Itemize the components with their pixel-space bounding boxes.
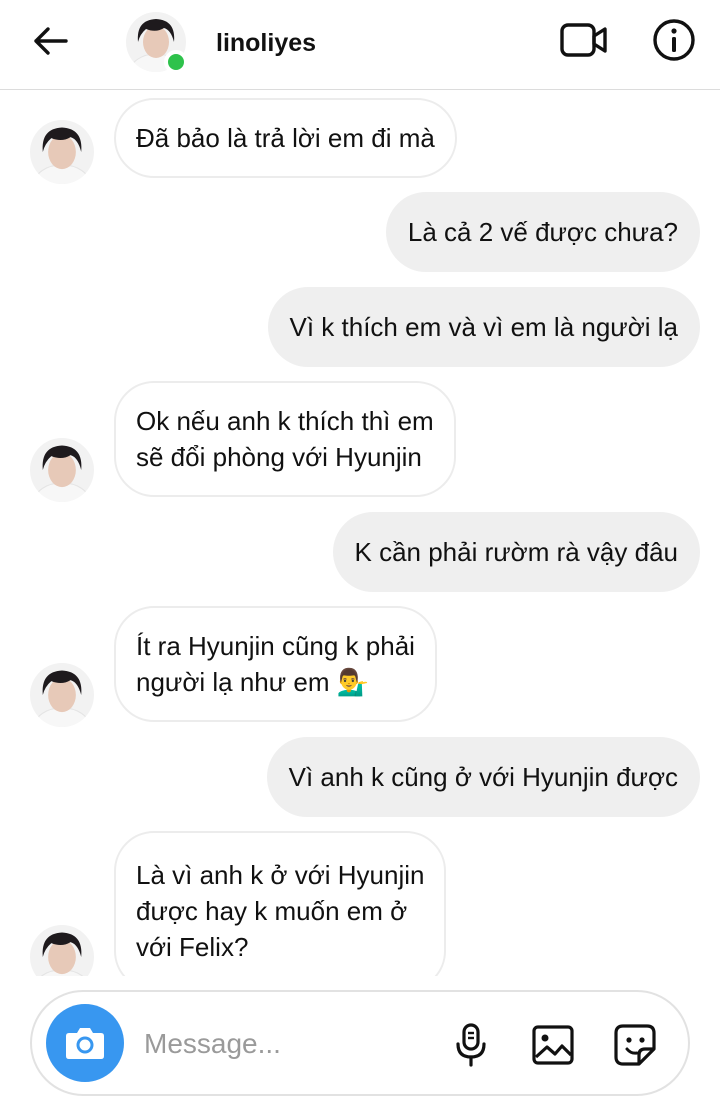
avatar-image	[30, 925, 94, 976]
message-text-line: sẽ đổi phòng với Hyunjin	[136, 442, 422, 472]
avatar-image	[30, 438, 94, 502]
chat-header: linoliyes	[0, 0, 720, 90]
message-bubble-sent[interactable]: Vì anh k cũng ở với Hyunjin được	[266, 737, 700, 817]
camera-icon	[66, 1028, 104, 1059]
message-text-line: Ok nếu anh k thích thì em	[136, 406, 434, 436]
message-text-line: được hay k muốn em ở	[136, 896, 408, 926]
online-status-dot	[164, 50, 188, 74]
avatar-image	[30, 663, 94, 727]
video-call-button[interactable]	[556, 18, 612, 62]
message-bubble-sent[interactable]: Là cả 2 vế được chưa?	[385, 192, 700, 272]
arrow-left-icon	[34, 27, 68, 55]
message-text: Vì k thích em và vì em là người lạ	[289, 312, 679, 342]
message-text-line: Ít ra Hyunjin cũng k phải	[136, 631, 415, 661]
message-bubble-received[interactable]: Là vì anh k ở với Hyunjin được hay k muố…	[114, 831, 447, 976]
sticker-icon	[614, 1024, 656, 1066]
message-bubble-received[interactable]: Ít ra Hyunjin cũng k phải người lạ như e…	[114, 606, 437, 722]
contact-avatar[interactable]	[126, 12, 188, 74]
message-text-line: với Felix?	[136, 932, 249, 962]
message-text: K cần phải rườm rà vậy đâu	[354, 537, 679, 567]
conversation-info-button[interactable]	[650, 16, 698, 64]
contact-username[interactable]: linoliyes	[216, 28, 316, 58]
sender-avatar[interactable]	[30, 120, 94, 184]
back-button[interactable]	[24, 18, 76, 64]
sender-avatar[interactable]	[30, 663, 94, 727]
gallery-button[interactable]	[528, 1020, 578, 1070]
sender-avatar[interactable]	[30, 925, 94, 976]
message-text: Vì anh k cũng ở với Hyunjin được	[288, 762, 678, 792]
message-input[interactable]	[144, 1022, 424, 1066]
message-text-line: Là vì anh k ở với Hyunjin	[136, 860, 425, 890]
message-text: Là cả 2 vế được chưa?	[407, 217, 678, 247]
message-text-line: người lạ như em 💁‍♂️	[136, 667, 370, 697]
voice-message-button[interactable]	[446, 1020, 496, 1070]
sender-avatar[interactable]	[30, 438, 94, 502]
message-bubble-received[interactable]: Ok nếu anh k thích thì em sẽ đổi phòng v…	[114, 381, 456, 497]
sticker-button[interactable]	[610, 1020, 660, 1070]
camera-button[interactable]	[46, 1004, 124, 1082]
avatar-image	[30, 120, 94, 184]
message-bubble-sent[interactable]: Vì k thích em và vì em là người lạ	[267, 287, 700, 367]
message-bubble-sent[interactable]: K cần phải rườm rà vậy đâu	[332, 512, 700, 592]
message-bubble-received[interactable]: Đã bảo là trả lời em đi mà	[114, 98, 457, 178]
video-camera-icon	[560, 23, 607, 57]
info-icon	[653, 19, 695, 61]
image-icon	[532, 1025, 574, 1065]
message-composer	[30, 990, 690, 1096]
microphone-icon	[456, 1023, 486, 1067]
message-thread[interactable]: Đã bảo là trả lời em đi mà Là cả 2 vế đư…	[0, 91, 720, 976]
message-text: Đã bảo là trả lời em đi mà	[136, 123, 435, 153]
